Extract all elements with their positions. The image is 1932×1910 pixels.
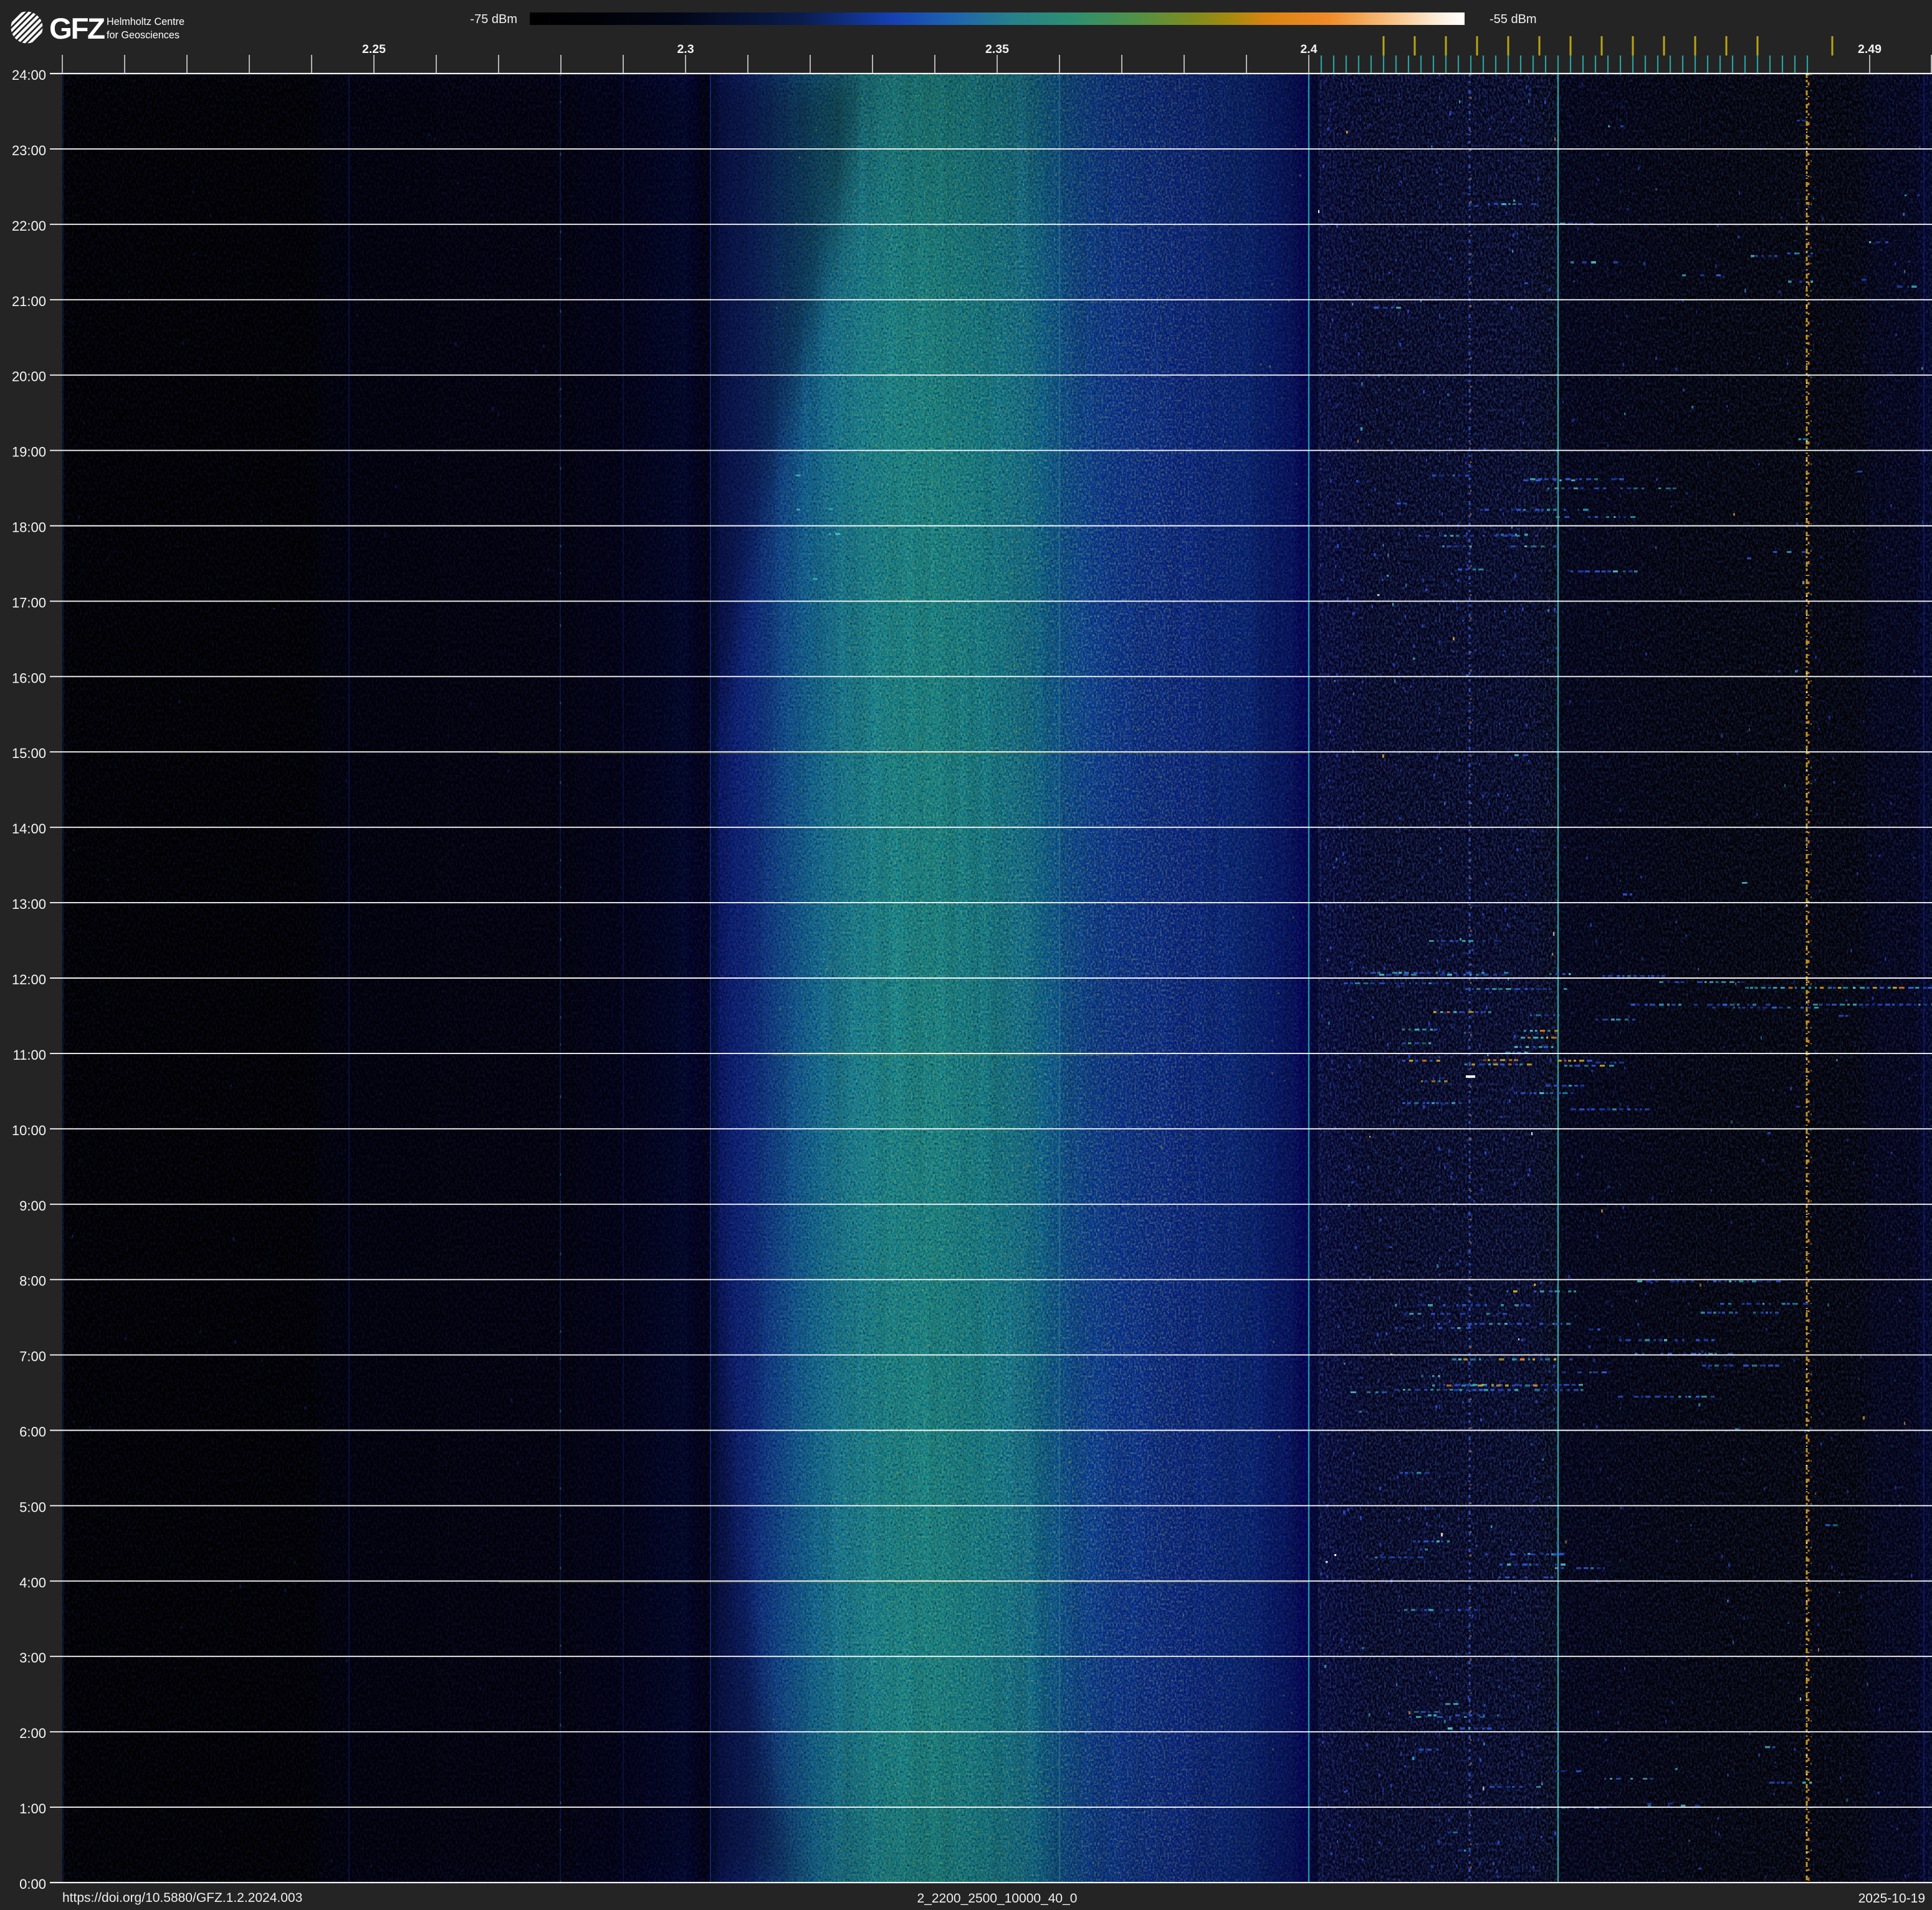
svg-text:for Geosciences: for Geosciences	[107, 29, 179, 41]
svg-text:14:00: 14:00	[12, 821, 46, 837]
svg-text:11:00: 11:00	[13, 1047, 46, 1063]
svg-text:22:00: 22:00	[12, 218, 46, 234]
svg-text:3:00: 3:00	[19, 1650, 46, 1666]
svg-text:4:00: 4:00	[19, 1575, 46, 1590]
svg-text:2_2200_2500_10000_40_0: 2_2200_2500_10000_40_0	[917, 1891, 1078, 1906]
svg-text:9:00: 9:00	[19, 1198, 46, 1214]
svg-text:2:00: 2:00	[19, 1725, 46, 1741]
svg-text:15:00: 15:00	[12, 746, 46, 761]
svg-text:21:00: 21:00	[12, 294, 46, 309]
svg-text:16:00: 16:00	[12, 670, 46, 686]
svg-text:2025-10-19: 2025-10-19	[1858, 1891, 1925, 1906]
svg-text:2.25: 2.25	[362, 42, 386, 56]
svg-text:2.3: 2.3	[677, 42, 694, 56]
svg-text:-55 dBm: -55 dBm	[1490, 12, 1537, 26]
svg-text:-75 dBm: -75 dBm	[470, 12, 517, 26]
svg-text:20:00: 20:00	[12, 369, 46, 385]
svg-text:7:00: 7:00	[19, 1349, 46, 1365]
svg-text:23:00: 23:00	[12, 143, 46, 158]
svg-text:19:00: 19:00	[12, 444, 46, 460]
svg-text:24:00: 24:00	[12, 67, 46, 83]
svg-text:13:00: 13:00	[12, 896, 46, 912]
svg-text:17:00: 17:00	[12, 595, 46, 610]
svg-text:https://doi.org/10.5880/GFZ.1.: https://doi.org/10.5880/GFZ.1.2.2024.003	[62, 1891, 302, 1905]
svg-text:6:00: 6:00	[19, 1424, 46, 1440]
svg-text:1:00: 1:00	[19, 1801, 46, 1816]
svg-text:12:00: 12:00	[12, 972, 46, 987]
svg-text:2.49: 2.49	[1858, 42, 1882, 56]
svg-text:Helmholtz Centre: Helmholtz Centre	[107, 16, 184, 27]
svg-text:8:00: 8:00	[19, 1274, 46, 1289]
svg-text:18:00: 18:00	[12, 520, 46, 535]
svg-text:0:00: 0:00	[19, 1876, 46, 1892]
svg-text:10:00: 10:00	[12, 1123, 46, 1138]
svg-text:2.35: 2.35	[985, 42, 1009, 56]
svg-text:GFZ: GFZ	[49, 12, 105, 46]
svg-text:2.4: 2.4	[1300, 42, 1317, 56]
svg-text:5:00: 5:00	[19, 1499, 46, 1515]
